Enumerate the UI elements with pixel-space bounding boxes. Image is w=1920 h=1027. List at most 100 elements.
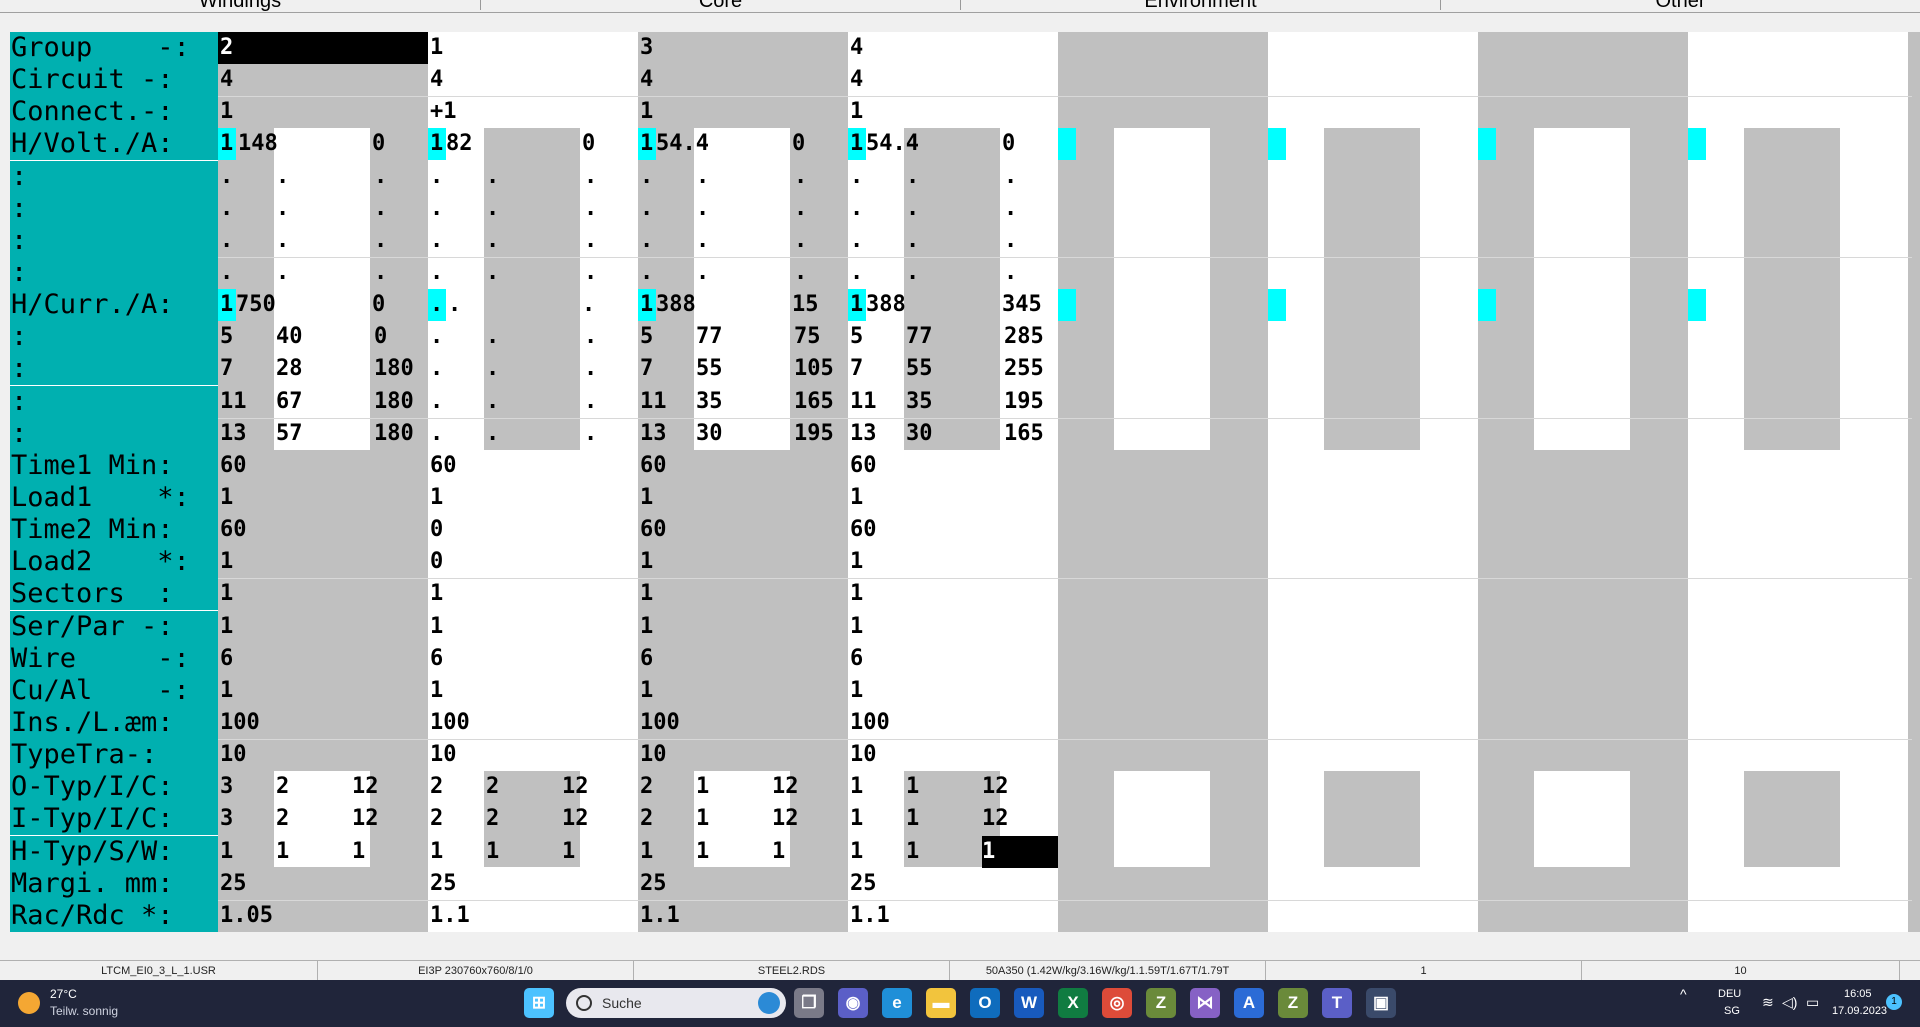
outer-type-cell[interactable]: 2 (486, 771, 499, 803)
time2-value[interactable]: 60 (850, 514, 877, 546)
voltage-angle[interactable]: 0 (582, 128, 595, 160)
current-harmonic-cell[interactable]: 180 (374, 386, 414, 418)
current-harmonic-cell[interactable]: 55 (696, 353, 723, 385)
margin-value[interactable]: 25 (430, 868, 457, 900)
rac-rdc-value[interactable]: 1.1 (850, 900, 890, 932)
sectors-value[interactable]: 1 (220, 578, 233, 610)
transformer-type-value[interactable]: 10 (640, 739, 667, 771)
voltage-harmonic-cell[interactable]: . (640, 257, 653, 289)
load1-value[interactable]: 1 (430, 482, 443, 514)
voltage-harmonic-cell[interactable]: . (430, 161, 443, 193)
voltage-harmonic-cell[interactable]: . (640, 225, 653, 257)
voltage-harmonic-cell[interactable]: . (1004, 193, 1017, 225)
outer-type-cell[interactable]: 12 (352, 771, 379, 803)
h-type-cell[interactable]: 1 (220, 836, 233, 868)
outer-type-cell[interactable]: 1 (906, 771, 919, 803)
clock-time[interactable]: 16:05 (1844, 986, 1872, 1002)
h-type-cell[interactable]: 1 (696, 836, 709, 868)
current-harmonic-cell[interactable]: . (486, 418, 499, 450)
group-value[interactable]: 2 (220, 32, 233, 64)
margin-value[interactable]: 25 (640, 868, 667, 900)
transformer-type-value[interactable]: 10 (850, 739, 877, 771)
voltage-harmonic-order[interactable]: 1 (430, 128, 443, 160)
inner-type-cell[interactable]: 3 (220, 803, 233, 835)
voltage-harmonic-cell[interactable]: . (1004, 225, 1017, 257)
current-angle[interactable]: . (582, 289, 595, 321)
region-indicator[interactable]: SG (1724, 1003, 1740, 1019)
wire-value[interactable]: 6 (430, 643, 443, 675)
current-harmonic-cell[interactable]: 77 (906, 321, 933, 353)
series-parallel-value[interactable]: 1 (430, 611, 443, 643)
voltage-harmonic-cell[interactable]: . (1004, 161, 1017, 193)
voltage-amplitude[interactable]: 54.4 (656, 128, 709, 160)
explorer-icon[interactable]: ▬ (926, 988, 956, 1018)
h-type-cell[interactable]: 1 (430, 836, 443, 868)
voltage-angle[interactable]: 0 (1002, 128, 1015, 160)
z-app-1-icon[interactable]: Z (1146, 988, 1176, 1018)
current-angle[interactable]: 345 (1002, 289, 1042, 321)
voltage-harmonic-cell[interactable]: . (696, 257, 709, 289)
insulation-value[interactable]: 100 (430, 707, 470, 739)
voltage-harmonic-cell[interactable]: . (906, 225, 919, 257)
outer-type-cell[interactable]: 12 (982, 771, 1009, 803)
voltage-harmonic-cell[interactable]: . (374, 225, 387, 257)
voltage-harmonic-cell[interactable]: . (584, 161, 597, 193)
voltage-amplitude[interactable]: 54.4 (866, 128, 919, 160)
series-parallel-value[interactable]: 1 (220, 611, 233, 643)
tab-other[interactable]: Other (1441, 0, 1920, 12)
series-parallel-value[interactable]: 1 (640, 611, 653, 643)
current-harmonic-cell[interactable]: 180 (374, 418, 414, 450)
current-harmonic-cell[interactable]: . (584, 418, 597, 450)
time2-value[interactable]: 60 (220, 514, 247, 546)
current-harmonic-cell[interactable]: 13 (220, 418, 247, 450)
transformer-type-value[interactable]: 10 (220, 739, 247, 771)
a-app-icon[interactable]: A (1234, 988, 1264, 1018)
inner-type-cell[interactable]: 2 (640, 803, 653, 835)
current-angle[interactable]: 0 (372, 289, 385, 321)
current-amplitude[interactable]: . (448, 289, 461, 321)
current-harmonic-cell[interactable]: . (486, 321, 499, 353)
series-parallel-value[interactable]: 1 (850, 611, 863, 643)
voltage-harmonic-cell[interactable]: . (1004, 257, 1017, 289)
group-value[interactable]: 1 (430, 32, 443, 64)
voltage-harmonic-cell[interactable]: . (430, 225, 443, 257)
time1-value[interactable]: 60 (430, 450, 457, 482)
load1-value[interactable]: 1 (220, 482, 233, 514)
current-harmonic-cell[interactable]: 195 (794, 418, 834, 450)
voltage-harmonic-cell[interactable]: . (276, 257, 289, 289)
language-indicator[interactable]: DEU (1718, 986, 1741, 1002)
voltage-harmonic-cell[interactable]: . (276, 225, 289, 257)
current-harmonic-cell[interactable]: . (584, 321, 597, 353)
voltage-harmonic-cell[interactable]: . (584, 225, 597, 257)
current-harmonic-cell[interactable]: . (486, 386, 499, 418)
wire-value[interactable]: 6 (220, 643, 233, 675)
outer-type-cell[interactable]: 2 (640, 771, 653, 803)
inner-type-cell[interactable]: 2 (276, 803, 289, 835)
inner-type-cell[interactable]: 1 (696, 803, 709, 835)
outer-type-cell[interactable]: 2 (276, 771, 289, 803)
inner-type-cell[interactable]: 12 (562, 803, 589, 835)
current-harmonic-order[interactable]: 1 (220, 289, 233, 321)
voltage-harmonic-cell[interactable]: . (696, 225, 709, 257)
sectors-value[interactable]: 1 (850, 578, 863, 610)
sectors-value[interactable]: 1 (640, 578, 653, 610)
voltage-harmonic-cell[interactable]: . (430, 257, 443, 289)
current-harmonic-cell[interactable]: . (430, 321, 443, 353)
z-app-2-icon[interactable]: Z (1278, 988, 1308, 1018)
rac-rdc-value[interactable]: 1.05 (220, 900, 273, 932)
voltage-harmonic-cell[interactable]: . (850, 193, 863, 225)
current-harmonic-cell[interactable]: . (430, 353, 443, 385)
current-harmonic-cell[interactable]: 67 (276, 386, 303, 418)
connection-value[interactable]: 1 (850, 96, 863, 128)
voltage-harmonic-cell[interactable]: . (794, 193, 807, 225)
taskbar-search-box[interactable]: Suche (566, 988, 786, 1018)
voltage-angle[interactable]: 0 (372, 128, 385, 160)
voltage-harmonic-cell[interactable]: . (486, 193, 499, 225)
voltage-harmonic-cell[interactable]: . (220, 225, 233, 257)
meet-icon[interactable]: ◉ (838, 988, 868, 1018)
tab-environment[interactable]: Environment (961, 0, 1440, 12)
current-harmonic-cell[interactable]: 180 (374, 353, 414, 385)
current-harmonic-cell[interactable]: 255 (1004, 353, 1044, 385)
active-app-icon[interactable]: ▣ (1366, 988, 1396, 1018)
load1-value[interactable]: 1 (640, 482, 653, 514)
